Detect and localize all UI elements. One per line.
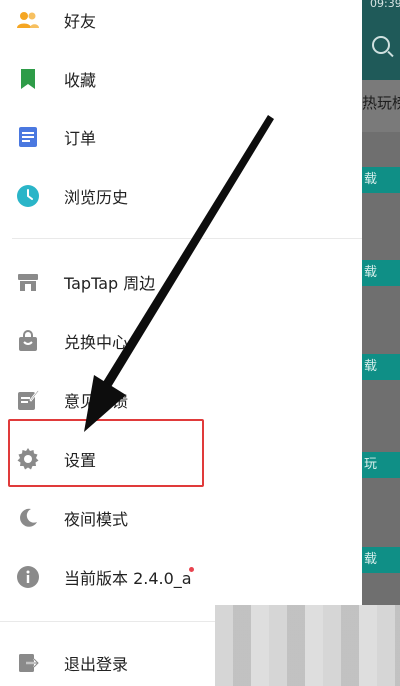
status-time: 09:39 bbox=[370, 0, 400, 10]
logout-icon bbox=[16, 651, 40, 675]
drawer-divider bbox=[0, 621, 215, 622]
navigation-drawer: 好友 收藏 订单 浏览历史 TapTap 周边 兑换中心 意见反馈 设置 夜间模… bbox=[0, 0, 362, 605]
friends-icon bbox=[16, 8, 40, 32]
blurred-region bbox=[215, 605, 400, 686]
drawer-item-label: TapTap 周边 bbox=[64, 274, 156, 293]
drawer-item-history[interactable]: 浏览历史 bbox=[0, 167, 362, 225]
drawer-item-label: 浏览历史 bbox=[64, 188, 129, 207]
download-button[interactable]: 载 bbox=[362, 354, 400, 380]
drawer-item-label: 当前版本 2.4.0_a bbox=[64, 569, 192, 588]
info-icon bbox=[16, 565, 40, 589]
feedback-icon bbox=[16, 388, 40, 412]
drawer-divider bbox=[12, 238, 362, 239]
tab-hot-games[interactable]: 热玩榜 bbox=[362, 92, 400, 113]
update-badge-dot bbox=[189, 567, 194, 572]
drawer-item-logout[interactable]: 退出登录 bbox=[0, 634, 215, 686]
bookmark-icon bbox=[16, 67, 40, 91]
shopping-bag-icon bbox=[16, 329, 40, 353]
store-icon bbox=[16, 270, 40, 294]
download-button[interactable]: 载 bbox=[362, 260, 400, 286]
drawer-item-favorites[interactable]: 收藏 bbox=[0, 50, 362, 108]
drawer-item-label: 兑换中心 bbox=[64, 333, 129, 352]
highlight-box bbox=[8, 419, 204, 487]
search-icon[interactable] bbox=[372, 36, 390, 54]
moon-icon bbox=[16, 506, 40, 530]
drawer-item-label: 退出登录 bbox=[64, 655, 129, 674]
drawer-item-taptap-merch[interactable]: TapTap 周边 bbox=[0, 253, 362, 311]
drawer-item-label: 收藏 bbox=[64, 71, 97, 90]
drawer-item-redeem-center[interactable]: 兑换中心 bbox=[0, 312, 362, 370]
history-icon bbox=[16, 184, 40, 208]
drawer-item-label: 意见反馈 bbox=[64, 392, 129, 411]
drawer-item-label: 夜间模式 bbox=[64, 510, 129, 529]
play-button[interactable]: 玩 bbox=[362, 452, 400, 478]
drawer-item-friends[interactable]: 好友 bbox=[0, 0, 362, 49]
drawer-item-version[interactable]: 当前版本 2.4.0_a bbox=[0, 548, 362, 606]
download-button[interactable]: 载 bbox=[362, 547, 400, 573]
drawer-item-orders[interactable]: 订单 bbox=[0, 108, 362, 166]
drawer-item-label: 好友 bbox=[64, 12, 97, 31]
drawer-item-night-mode[interactable]: 夜间模式 bbox=[0, 489, 362, 547]
download-button[interactable]: 载 bbox=[362, 167, 400, 193]
drawer-item-label: 订单 bbox=[64, 129, 97, 148]
order-icon bbox=[16, 125, 40, 149]
